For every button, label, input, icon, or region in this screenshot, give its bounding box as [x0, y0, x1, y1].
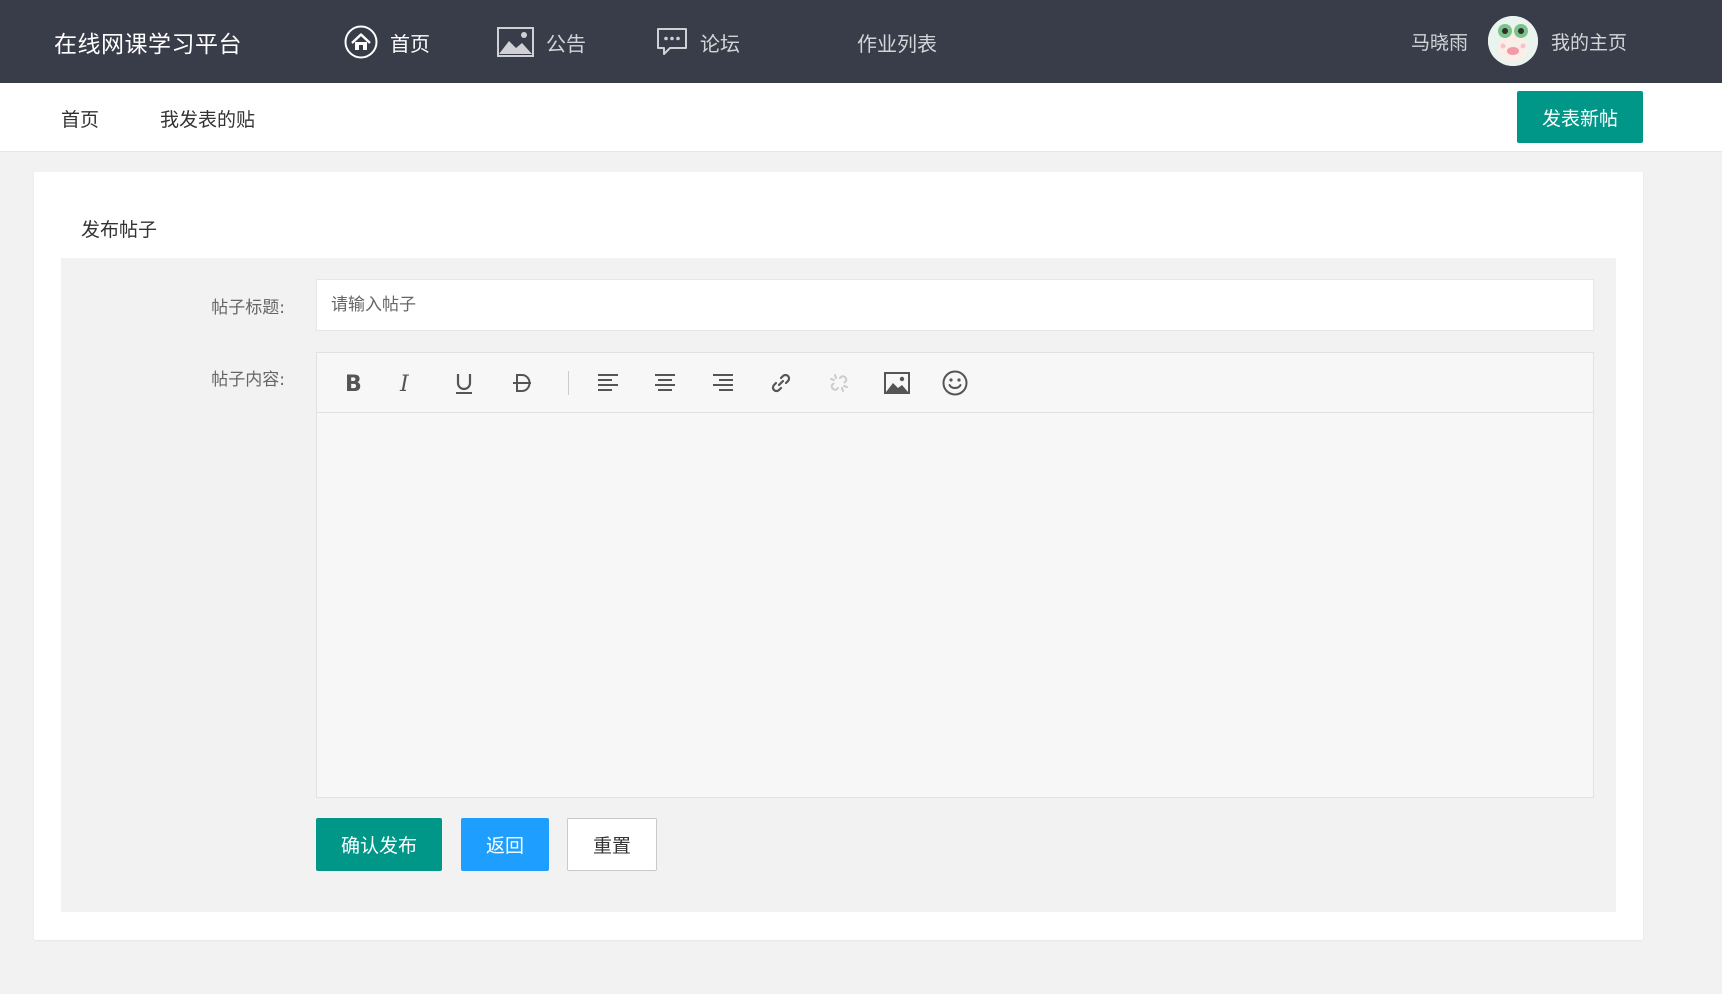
nav-forum-label: 论坛	[700, 31, 740, 56]
unlink-icon[interactable]	[823, 367, 855, 399]
svg-text:I: I	[399, 372, 410, 394]
subnav-home[interactable]: 首页	[61, 105, 99, 132]
underline-icon[interactable]	[448, 367, 480, 399]
nav-homework-list[interactable]: 作业列表	[857, 22, 937, 62]
bold-icon[interactable]: B	[337, 367, 369, 399]
chat-icon	[656, 27, 688, 57]
user-name[interactable]: 马晓雨	[1411, 28, 1468, 55]
nav-notice[interactable]: 公告	[497, 22, 586, 62]
align-center-icon[interactable]	[649, 367, 681, 399]
svg-text:B: B	[345, 372, 362, 394]
card-title: 发布帖子	[81, 219, 158, 241]
align-left-icon[interactable]	[592, 367, 624, 399]
emoji-icon[interactable]	[939, 367, 971, 399]
image-icon	[497, 27, 534, 57]
title-label: 帖子标题:	[211, 298, 285, 318]
editor-content-area[interactable]	[317, 413, 1593, 797]
nav-homework-label: 作业列表	[857, 31, 937, 56]
rich-text-editor: B I	[316, 352, 1594, 798]
brand-title[interactable]: 在线网课学习平台	[54, 25, 242, 59]
toolbar-divider	[568, 371, 569, 395]
reset-button[interactable]: 重置	[567, 818, 657, 871]
my-home-link[interactable]: 我的主页	[1551, 28, 1627, 55]
insert-image-icon[interactable]	[881, 367, 913, 399]
confirm-publish-button[interactable]: 确认发布	[316, 818, 442, 871]
nav-forum[interactable]: 论坛	[656, 22, 740, 62]
strikethrough-icon[interactable]	[506, 367, 538, 399]
link-icon[interactable]	[765, 367, 797, 399]
top-navbar: 在线网课学习平台 首页 公告 论坛 作业列表 马晓雨 我的主页	[0, 0, 1722, 83]
nav-home-label: 首页	[390, 31, 430, 56]
sub-navbar: 首页 我发表的贴	[0, 83, 1722, 152]
back-button[interactable]: 返回	[461, 818, 549, 871]
avatar[interactable]	[1488, 16, 1538, 66]
editor-toolbar: B I	[317, 353, 1593, 413]
subnav-my-posts[interactable]: 我发表的贴	[160, 105, 255, 132]
nav-notice-label: 公告	[546, 31, 586, 56]
align-right-icon[interactable]	[707, 367, 739, 399]
content-label: 帖子内容:	[211, 370, 285, 390]
nav-home[interactable]: 首页	[344, 22, 430, 62]
post-title-input[interactable]	[316, 279, 1594, 331]
new-post-button[interactable]: 发表新帖	[1517, 91, 1643, 143]
italic-icon[interactable]: I	[390, 367, 422, 399]
home-icon	[344, 25, 378, 59]
